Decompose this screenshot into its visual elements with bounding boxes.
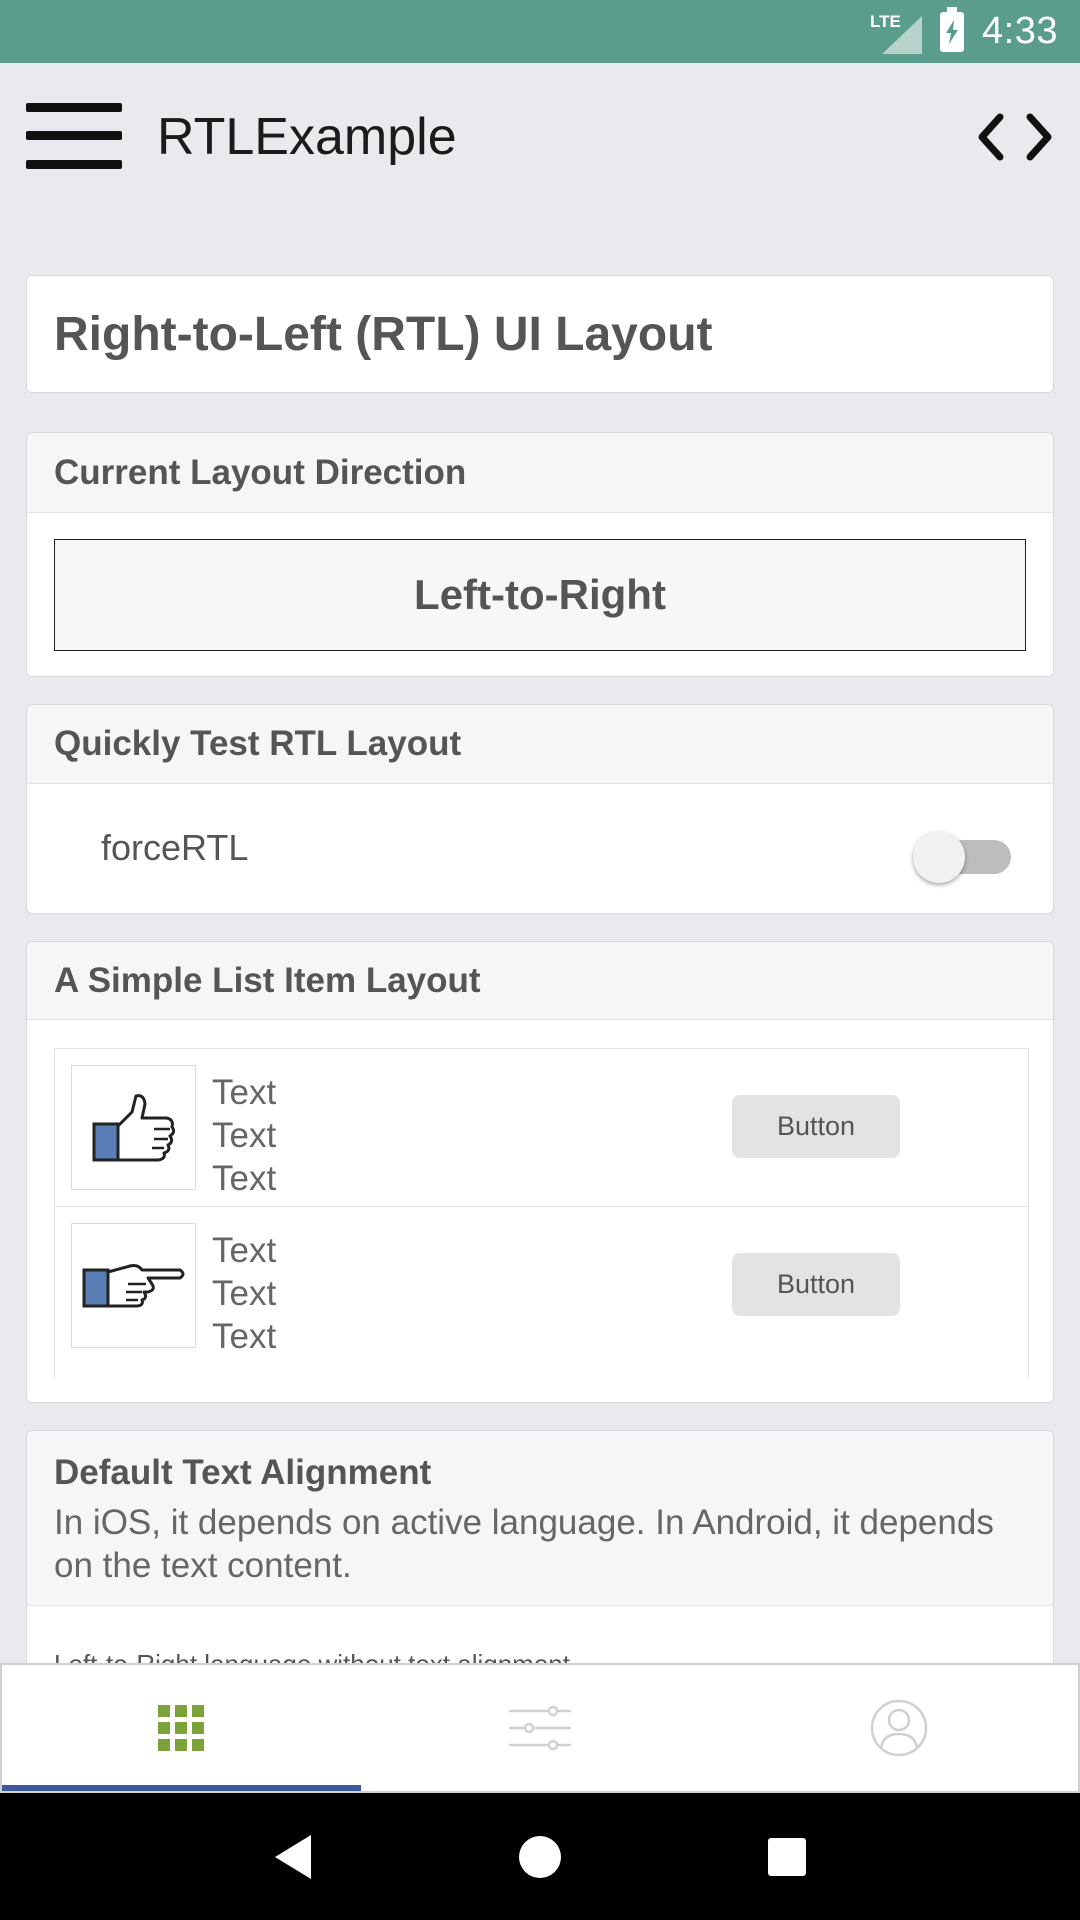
- list-item: Text Text Text Button: [55, 1207, 1028, 1365]
- section-header: Quickly Test RTL Layout: [27, 705, 1053, 784]
- section-header: A Simple List Item Layout: [27, 942, 1053, 1020]
- layout-direction-value: Left-to-Right: [54, 539, 1026, 651]
- toggle-knob: [913, 831, 965, 883]
- section-title: Current Layout Direction: [54, 452, 467, 492]
- section-header: Default Text Alignment In iOS, it depend…: [27, 1431, 1053, 1606]
- force-rtl-label: forceRTL: [101, 827, 249, 868]
- section-title: A Simple List Item Layout: [54, 960, 481, 1000]
- list: Text Text Text Button Text Text Text But…: [54, 1048, 1029, 1378]
- battery-charging-icon: [940, 6, 965, 52]
- item-text: Text: [212, 1116, 277, 1155]
- bottom-tab-bar: [0, 1663, 1080, 1793]
- user-profile-icon: [870, 1699, 927, 1757]
- section-description: In iOS, it depends on active language. I…: [54, 1503, 994, 1585]
- item-button[interactable]: Button: [732, 1253, 900, 1316]
- back-icon[interactable]: [263, 1827, 323, 1887]
- home-icon[interactable]: [510, 1827, 570, 1887]
- item-button[interactable]: Button: [732, 1095, 900, 1158]
- code-brackets-icon[interactable]: [978, 113, 1052, 161]
- list-layout-card: A Simple List Item Layout Text Text Text…: [26, 941, 1054, 1403]
- app-bar: RTLExample: [0, 63, 1080, 213]
- tab-profile[interactable]: [719, 1665, 1078, 1791]
- item-texts: Text Text Text: [212, 1071, 276, 1200]
- sliders-icon: [509, 1705, 571, 1751]
- section-title: Quickly Test RTL Layout: [54, 724, 462, 763]
- grid-icon: [158, 1705, 205, 1751]
- system-navigation-bar: [0, 1793, 1080, 1920]
- page-title-card: Right-to-Left (RTL) UI Layout: [26, 275, 1054, 393]
- page-title: Right-to-Left (RTL) UI Layout: [54, 307, 713, 361]
- status-bar: LTE 4:33: [0, 0, 1080, 63]
- layout-direction-card: Current Layout Direction Left-to-Right: [26, 432, 1054, 677]
- tab-grid[interactable]: [2, 1665, 361, 1791]
- pointing-hand-icon: [71, 1223, 196, 1348]
- status-time: 4:33: [982, 10, 1058, 52]
- hamburger-menu-icon[interactable]: [26, 103, 122, 169]
- item-text: Text: [212, 1231, 277, 1270]
- item-text: Text: [212, 1317, 277, 1356]
- list-item: Text Text Text Button: [55, 1049, 1028, 1207]
- tab-settings[interactable]: [361, 1665, 720, 1791]
- cell-signal-icon: LTE: [870, 10, 923, 54]
- section-header: Current Layout Direction: [27, 433, 1053, 513]
- rtl-test-card: Quickly Test RTL Layout forceRTL: [26, 704, 1054, 914]
- item-text: Text: [212, 1159, 277, 1198]
- text-alignment-card: Default Text Alignment In iOS, it depend…: [26, 1430, 1054, 1700]
- force-rtl-toggle[interactable]: [913, 828, 1013, 884]
- item-texts: Text Text Text: [212, 1229, 276, 1358]
- item-text: Text: [212, 1274, 277, 1313]
- app-title: RTLExample: [157, 108, 457, 166]
- recents-icon[interactable]: [757, 1827, 817, 1887]
- section-title: Default Text Alignment: [54, 1453, 432, 1492]
- item-text: Text: [212, 1073, 277, 1112]
- thumbs-up-icon: [71, 1065, 196, 1190]
